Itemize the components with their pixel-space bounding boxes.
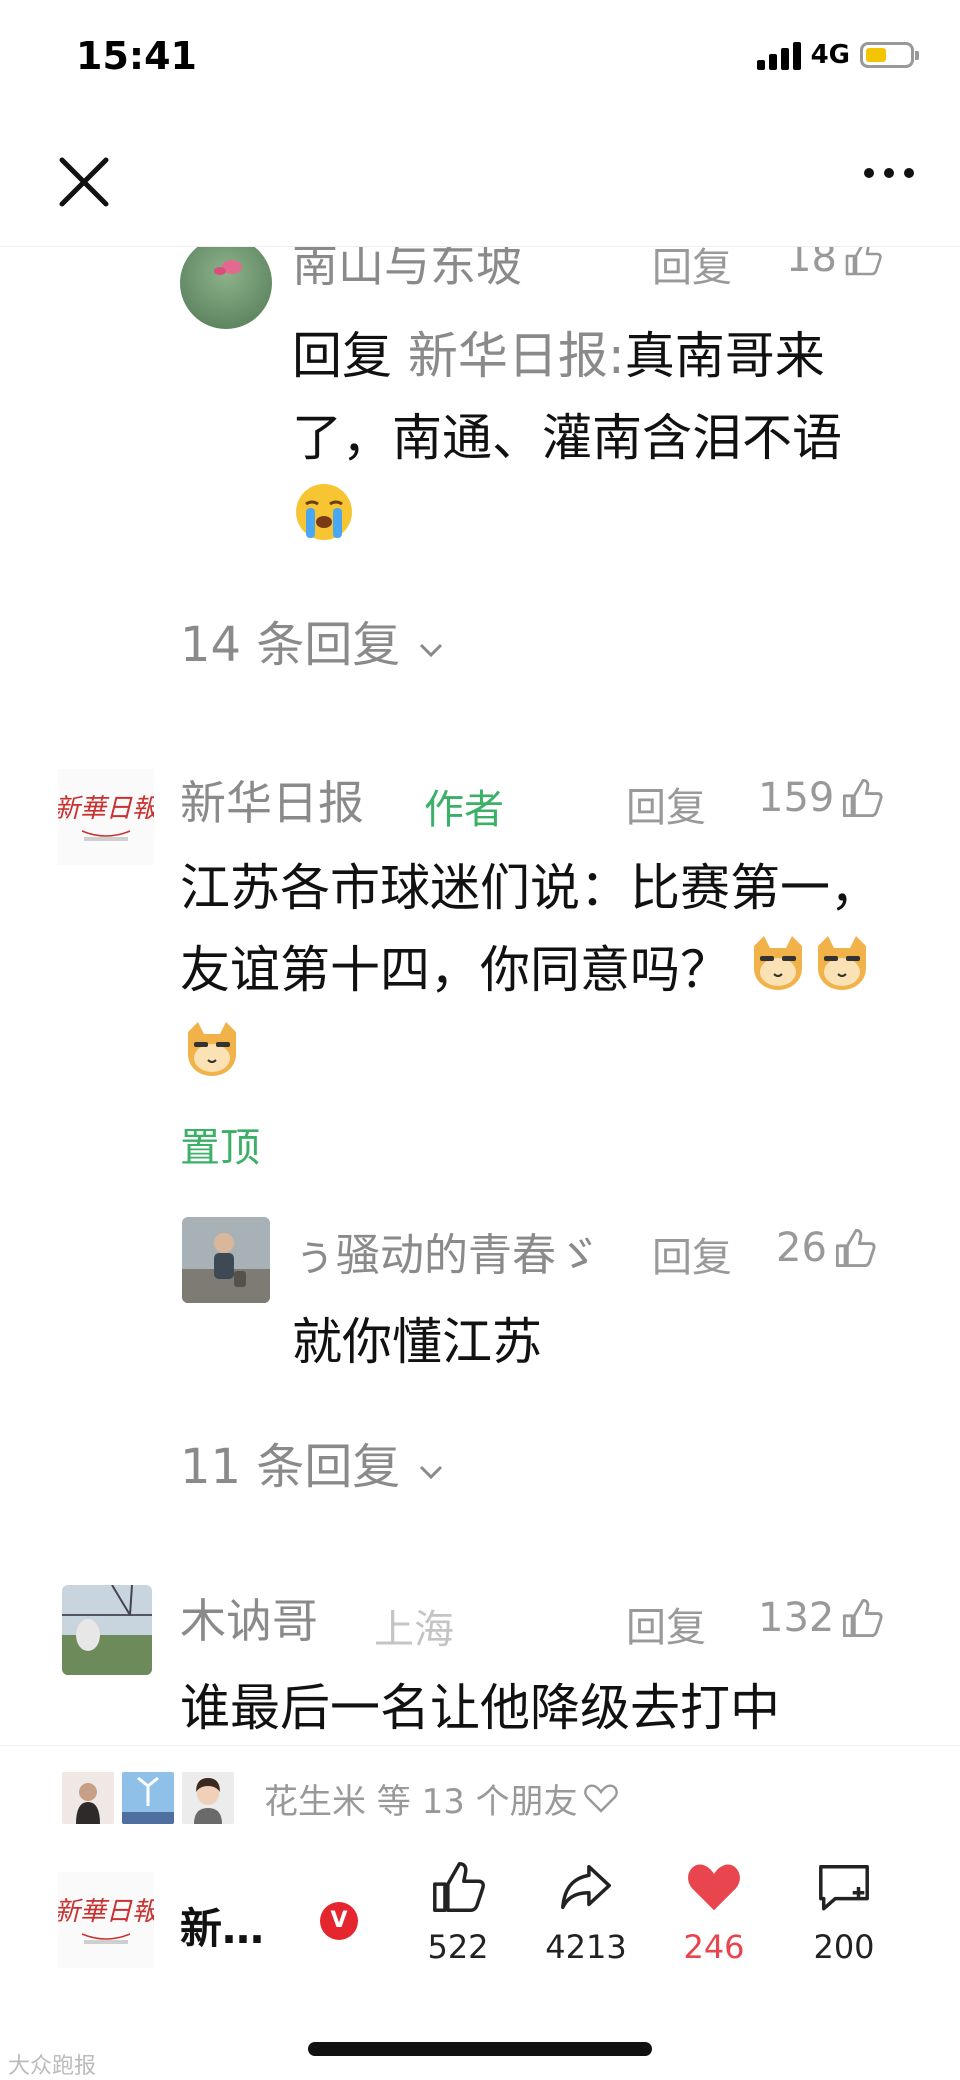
like-count: 18 [786,247,837,281]
chevron-down-icon [419,643,442,658]
reply-button[interactable]: 回复 [626,775,706,833]
like-count: 522 [427,1928,489,1966]
doge-face-icon [746,932,810,1016]
close-button[interactable] [56,154,112,210]
like-article-button[interactable]: 522 [408,1858,508,1966]
author-avatar[interactable]: 新華日報 [54,769,161,865]
svg-text:新華日報: 新華日報 [58,1897,154,1927]
friend-avatar [120,1770,176,1826]
expand-replies-button[interactable]: 14 条回复 [180,605,446,675]
heart-outline-icon [583,1784,618,1813]
reply-button[interactable]: 回复 [652,247,732,293]
account-name[interactable]: 新… [180,1895,264,1956]
friends-liked-row[interactable]: 花生米 等 13 个朋友 [60,1770,618,1826]
avatar[interactable] [182,1217,270,1303]
comment-add-icon [819,1864,869,1911]
reply-prefix: 回复 [292,327,392,385]
signal-icon [756,40,801,70]
favorite-count: 246 [683,1928,745,1966]
like-count: 26 [776,1225,827,1271]
status-icons: 4G [756,40,919,70]
location-label: 上海 [374,1607,454,1653]
heart-icon [688,1864,740,1911]
comment-count: 200 [813,1928,875,1966]
like-button[interactable]: 159 [758,775,884,821]
mention-link[interactable]: 新华日报: [408,327,625,385]
share-button[interactable]: 4213 [536,1858,636,1966]
close-icon [59,157,109,207]
doge-face-icon [180,1018,244,1102]
avatar[interactable] [180,247,272,329]
comment-username[interactable]: 新华日报 [180,767,364,833]
more-dot [864,168,874,178]
account-avatar[interactable]: 新華日報 [54,1872,161,1968]
doge-face-icon [810,932,874,1016]
more-replies-label: 11 条回复 [180,1439,401,1495]
comment-text: 江苏各市球迷们说：比赛第一，友谊第十四，你同意吗？ [180,847,890,1102]
like-count: 132 [758,1595,835,1641]
xinhua-logo-icon: 新華日報 [54,1897,161,1944]
thumbs-up-icon [845,247,882,276]
comment-username[interactable]: 木讷哥 [180,1585,318,1651]
like-count: 159 [758,775,835,821]
friends-liked-text: 花生米 等 13 个朋友 [264,1781,578,1822]
more-replies-label: 14 条回复 [180,617,401,673]
more-dot [884,168,894,178]
thumbs-up-icon [433,1862,485,1912]
comment-button[interactable]: 200 [794,1858,894,1966]
crying-face-icon [292,480,356,568]
svg-text:新華日報: 新華日報 [58,794,154,824]
reply-text: 就你懂江苏 [292,1313,542,1371]
bottom-divider [0,1745,960,1746]
like-button[interactable]: 26 [776,1225,877,1271]
verified-badge-label: V [330,1908,348,1933]
thumbs-up-icon [843,778,883,818]
watermark: 大众跑报 [8,2054,97,2079]
battery-icon [860,42,919,68]
expand-replies-button[interactable]: 11 条回复 [180,1427,446,1497]
comment-text: 回复 新华日报:真南哥来了，南通、灌南含泪不语 [292,315,892,568]
more-options-button[interactable] [864,168,914,178]
verified-badge: V [320,1902,358,1940]
favorite-button[interactable]: 246 [664,1858,764,1966]
avatar[interactable] [62,1585,152,1675]
share-count: 4213 [545,1928,627,1966]
comment-list[interactable]: 南山与东坡 回复 18 回复 新华日报:真南哥来了，南通、灌南含泪不语 14 条… [0,247,960,1745]
network-type: 4G [810,40,850,70]
reply-button[interactable]: 回复 [626,1595,706,1653]
comment-text: 谁最后一名让他降级去打中 [180,1679,780,1737]
friend-avatar [60,1770,116,1826]
reply-username[interactable]: ぅ骚动的青春ゞ [292,1219,600,1283]
pinned-label: 置顶 [180,1125,260,1171]
thumbs-up-icon [843,1598,883,1638]
status-time: 15:41 [76,34,197,78]
author-badge: 作者 [424,787,504,833]
comment-username[interactable]: 南山与东坡 [292,247,522,295]
thumbs-up-icon [835,1228,876,1268]
like-button[interactable]: 132 [758,1595,884,1641]
like-button[interactable]: 18 [786,247,883,281]
share-icon [561,1864,611,1910]
chevron-down-icon [419,1465,442,1480]
friend-avatar [180,1770,236,1826]
home-indicator[interactable] [308,2042,652,2056]
more-dot [904,168,914,178]
reply-button[interactable]: 回复 [652,1225,732,1283]
xinhua-logo-icon: 新華日報 [54,794,161,841]
